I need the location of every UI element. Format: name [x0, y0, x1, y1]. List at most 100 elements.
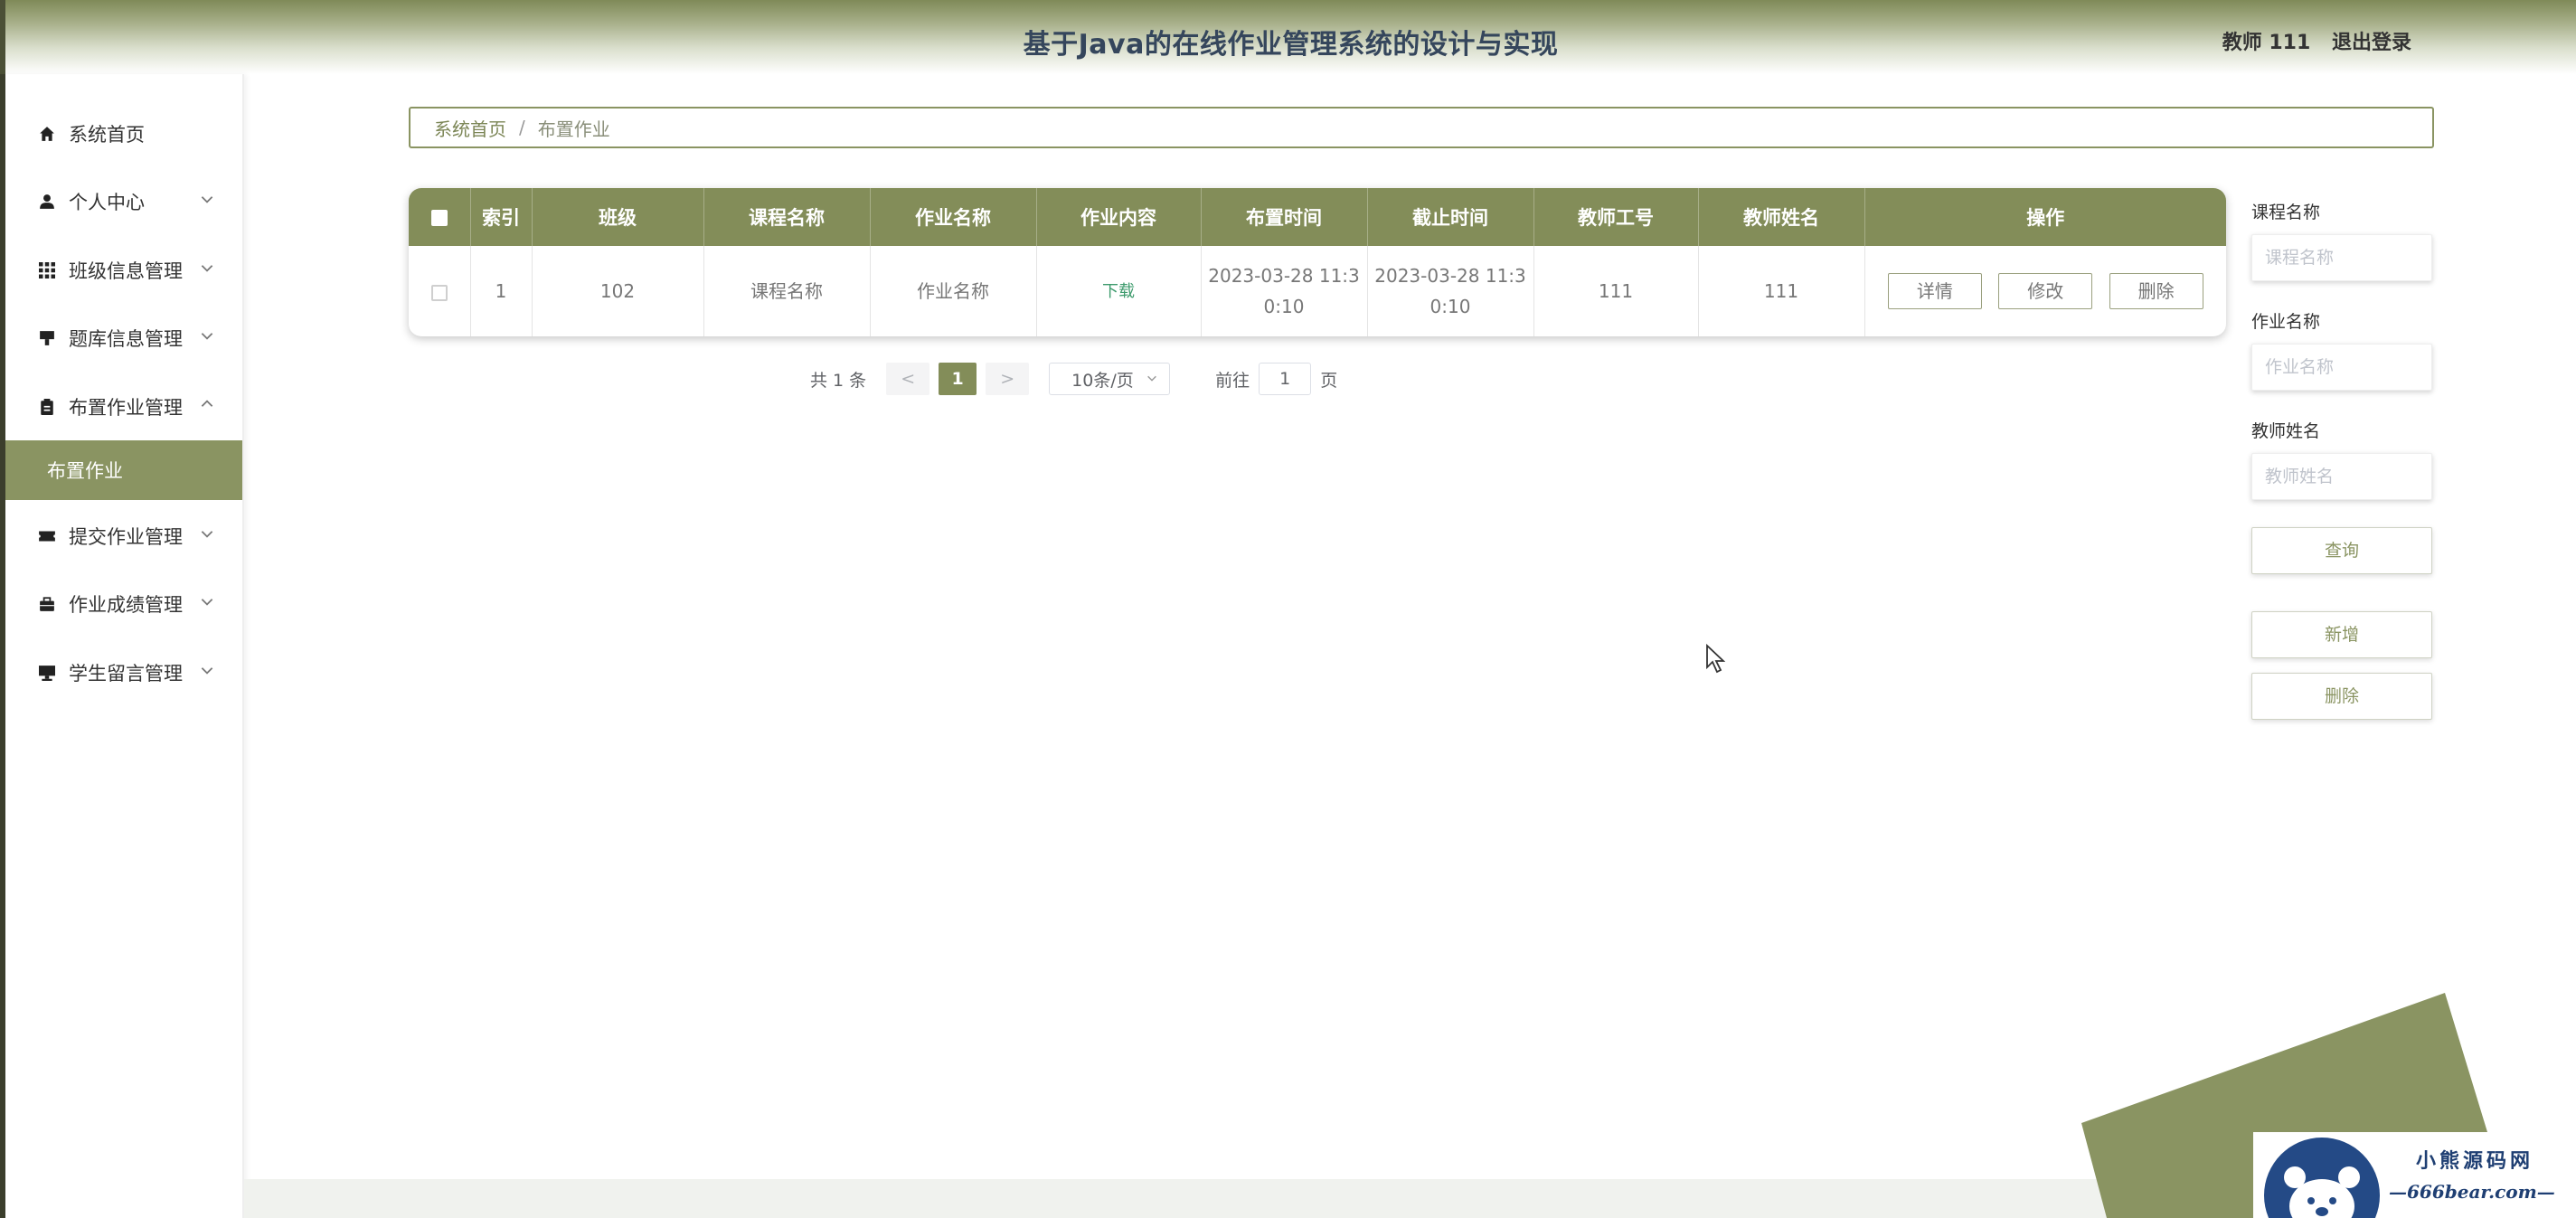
grid-icon: [36, 260, 58, 281]
home-icon: [36, 123, 58, 145]
select-all-cell: [409, 188, 471, 246]
deadline-line: 2023-03-28 11:3: [1374, 265, 1526, 287]
page-number-button[interactable]: 1: [939, 363, 977, 395]
page-unit-label: 页: [1320, 370, 1338, 391]
sidebar-item-question-bank[interactable]: 题库信息管理: [0, 311, 242, 365]
logout-link[interactable]: 退出登录: [2332, 32, 2411, 54]
deadline-line: 0:10: [1430, 296, 1471, 317]
chevron-down-icon: [201, 531, 213, 538]
homework-table: 索引 班级 课程名称 作业名称 作业内容 布置时间 截止时间 教师工号 教师姓名…: [409, 188, 2226, 336]
sidebar-item-label: 提交作业管理: [69, 526, 183, 548]
breadcrumb-separator: /: [519, 117, 525, 138]
prev-page-button[interactable]: <: [886, 363, 930, 395]
sidebar-item-label: 布置作业管理: [69, 397, 183, 419]
page-title: 基于Java的在线作业管理系统的设计与实现: [1023, 29, 1559, 61]
column-header-content: 作业内容: [1036, 188, 1202, 246]
sidebar-item-messages[interactable]: 学生留言管理: [0, 646, 242, 700]
column-header-class: 班级: [532, 188, 704, 246]
cell-content: 下载: [1036, 246, 1202, 336]
batch-delete-button[interactable]: 删除: [2251, 673, 2432, 720]
course-filter-input[interactable]: [2251, 234, 2432, 281]
cell-actions: 详情 修改 删除: [1864, 246, 2226, 336]
top-header: 基于Java的在线作业管理系统的设计与实现 教师 111 退出登录: [0, 0, 2576, 74]
column-header-actions: 操作: [1864, 188, 2226, 246]
edit-button[interactable]: 修改: [1998, 273, 2093, 309]
goto-page-input[interactable]: [1259, 363, 1312, 395]
sidebar-item-label: 个人中心: [69, 192, 145, 213]
chevron-up-icon: [201, 400, 213, 407]
homework-filter-label: 作业名称: [2251, 312, 2321, 332]
cell-assign-time: 2023-03-28 11:3 0:10: [1201, 246, 1368, 336]
watermark: 小熊源码网 —666bear.com—: [2253, 1132, 2576, 1218]
bear-logo-icon: [2264, 1138, 2380, 1218]
sidebar-item-label: 学生留言管理: [69, 663, 183, 685]
course-filter-label: 课程名称: [2251, 203, 2321, 222]
sidebar-item-grades[interactable]: 作业成绩管理: [0, 577, 242, 631]
cell-teacher-id: 111: [1533, 246, 1699, 336]
monitor-icon: [36, 662, 58, 684]
user-label: 教师 111: [2222, 32, 2311, 54]
clipboard-icon: [36, 396, 58, 418]
sidebar-item-class[interactable]: 班级信息管理: [0, 243, 242, 297]
column-header-homework: 作业名称: [870, 188, 1037, 246]
watermark-title: 小熊源码网: [2416, 1149, 2534, 1173]
stamp-icon: [36, 327, 58, 349]
cell-course: 课程名称: [703, 246, 871, 336]
mouse-cursor-icon: [1706, 644, 1725, 674]
homework-filter-input[interactable]: [2251, 344, 2432, 391]
pagination: 共 1 条 < 1 > 10条/页 前往 页: [810, 362, 1337, 396]
assign-time-line: 0:10: [1263, 296, 1305, 317]
app-root: 基于Java的在线作业管理系统的设计与实现 教师 111 退出登录 系统首页 个…: [0, 0, 2576, 1218]
pagination-total: 共 1 条: [810, 370, 867, 391]
add-button[interactable]: 新增: [2251, 611, 2432, 658]
row-checkbox[interactable]: [430, 284, 448, 301]
user-area: 教师 111 退出登录: [2222, 26, 2411, 55]
query-button[interactable]: 查询: [2251, 527, 2432, 574]
chevron-down-icon: [1147, 375, 1157, 382]
column-header-teacher-name: 教师姓名: [1698, 188, 1865, 246]
cell-index: 1: [470, 246, 533, 336]
watermark-subtitle: —666bear.com—: [2389, 1181, 2555, 1203]
detail-button[interactable]: 详情: [1887, 273, 1982, 309]
column-header-index: 索引: [470, 188, 533, 246]
goto-label: 前往: [1215, 370, 1250, 391]
chevron-down-icon: [201, 667, 213, 675]
breadcrumb: 系统首页 / 布置作业: [409, 107, 2434, 148]
chevron-down-icon: [201, 333, 213, 340]
teacher-filter-input[interactable]: [2251, 453, 2432, 500]
cell-homework: 作业名称: [870, 246, 1037, 336]
table-header-row: 索引 班级 课程名称 作业名称 作业内容 布置时间 截止时间 教师工号 教师姓名…: [409, 188, 2226, 246]
sidebar-subitem-assign-homework[interactable]: 布置作业: [5, 440, 242, 500]
ticket-icon: [36, 525, 58, 547]
teacher-filter-label: 教师姓名: [2251, 421, 2321, 441]
column-header-course: 课程名称: [703, 188, 871, 246]
assign-time-line: 2023-03-28 11:3: [1208, 265, 1360, 287]
sidebar-item-submit-homework[interactable]: 提交作业管理: [0, 509, 242, 563]
row-select-cell: [409, 246, 471, 336]
column-header-deadline: 截止时间: [1367, 188, 1534, 246]
column-header-assign-time: 布置时间: [1201, 188, 1368, 246]
next-page-button[interactable]: >: [986, 363, 1030, 395]
sidebar-item-label: 班级信息管理: [69, 260, 183, 282]
page-size-select[interactable]: 10条/页: [1049, 363, 1171, 395]
sidebar-item-profile[interactable]: 个人中心: [0, 175, 242, 229]
cell-class: 102: [532, 246, 704, 336]
cell-deadline: 2023-03-28 11:3 0:10: [1367, 246, 1534, 336]
cell-teacher-name: 111: [1698, 246, 1865, 336]
sidebar-item-label: 题库信息管理: [69, 328, 183, 350]
breadcrumb-home-link[interactable]: 系统首页: [434, 115, 506, 141]
page-size-value: 10条/页: [1071, 370, 1134, 391]
briefcase-icon: [36, 593, 58, 615]
sidebar-item-label: 作业成绩管理: [69, 594, 183, 616]
sidebar-item-label: 系统首页: [69, 124, 145, 146]
chevron-down-icon: [201, 196, 213, 203]
sidebar-item-home[interactable]: 系统首页: [0, 107, 242, 161]
sidebar: 系统首页 个人中心 班级信息管理 题库信息管理 布置作业管理 布置作业 提交作业…: [0, 74, 244, 1218]
table-row: 1 102 课程名称 作业名称 下载 2023-03-28 11:3 0:10 …: [409, 246, 2226, 336]
select-all-checkbox[interactable]: [430, 210, 448, 226]
sidebar-item-assign-homework[interactable]: 布置作业管理: [0, 380, 242, 434]
chevron-down-icon: [201, 265, 213, 272]
delete-row-button[interactable]: 删除: [2109, 273, 2203, 309]
chevron-down-icon: [201, 599, 213, 606]
download-link[interactable]: 下载: [1102, 282, 1135, 301]
